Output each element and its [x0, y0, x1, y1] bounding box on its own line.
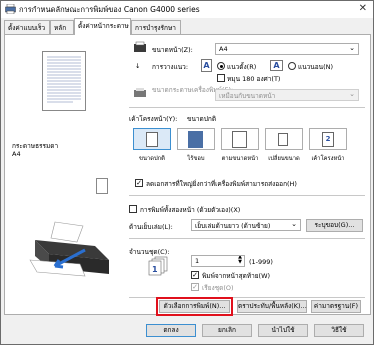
apply-button[interactable]: นำไปใช้ — [258, 324, 308, 337]
fit-to-page-icon — [232, 131, 247, 148]
tab-page-setup[interactable]: ตั้งค่าหน้ากระดาษ — [74, 18, 131, 35]
page-size-label: ขนาดหน้า(Z): — [152, 46, 193, 54]
help-button[interactable]: วิธีใช้ — [314, 324, 364, 337]
reduce-large-document-label: ลดเอกสารที่ใหญ่ยิ่งกว่าที่เครื่องพิมพ์สา… — [146, 180, 297, 188]
stapling-side-label: ด้านเย็บเล่ม(L): — [129, 223, 173, 231]
copies-value: 1 — [195, 257, 200, 265]
copies-input[interactable]: 1 ▲ ▼ — [191, 255, 245, 267]
preview-area: กระดาษธรรมดา A4 — [5, 35, 123, 314]
layout-label: เค้าโครงหน้า(Y): — [129, 115, 178, 123]
portrait-radio[interactable] — [217, 62, 225, 70]
page-layout-icon: 2 — [322, 132, 334, 147]
window-title: การกำหนดลักษณะการพิมพ์ของ Canon G4000 se… — [19, 5, 200, 14]
printer-paper-size-value: เหมือนกับขนาดหน้า — [219, 92, 276, 100]
scaled-icon — [278, 133, 288, 146]
portrait-page-icon: A — [201, 59, 212, 72]
layout-current-value: ขนาดปกติ — [187, 115, 217, 123]
rotate-180-checkbox[interactable] — [217, 74, 225, 82]
page-preview — [42, 51, 86, 111]
stamp-background-button[interactable]: ตราประทับ/พื้นหลัง(K)... — [237, 300, 307, 313]
layout-option-scaled[interactable] — [265, 128, 303, 150]
tab-main[interactable]: หลัก — [50, 20, 74, 34]
page-size-select[interactable]: A4 ⌄ — [215, 43, 359, 55]
page-setup-panel: กระดาษธรรมดา A4 ขนาดหน้า(Z): A4 ⌄ ↓ การวา… — [4, 34, 371, 315]
layout-option-fit-to-page[interactable] — [221, 128, 259, 150]
tab-quick-setup[interactable]: ตั้งค่าแบบเร็ว — [4, 20, 50, 34]
layout-option-borderless[interactable] — [177, 128, 215, 150]
stapling-side-select[interactable]: เย็บเล่มด้านยาว (ด้านซ้าย) ⌄ — [191, 219, 301, 231]
print-options-button[interactable]: ตัวเลือกการพิมพ์(N)... — [159, 300, 230, 313]
orientation-arrow-icon: ↓ — [135, 62, 141, 70]
printer-illustration-icon — [29, 221, 109, 277]
print-from-last-page-label: พิมพ์จากหน้าสุดท้าย(W) — [202, 272, 271, 280]
ok-button[interactable]: ตกลง — [146, 324, 196, 337]
divider — [129, 107, 365, 108]
normal-size-icon — [146, 132, 158, 147]
cancel-button[interactable]: ยกเลิก — [202, 324, 252, 337]
borderless-icon — [188, 131, 203, 148]
print-from-last-page-checkbox[interactable]: ✓ — [191, 271, 199, 279]
divider — [129, 195, 365, 196]
copies-stack-icon: 1 — [148, 256, 168, 276]
page-size-icon — [134, 41, 146, 52]
printer-paper-size-icon — [134, 88, 146, 97]
page-size-value: A4 — [219, 45, 228, 53]
layout-option-label: เปลี่ยนขนาด — [268, 156, 300, 162]
landscape-radio[interactable] — [288, 62, 296, 70]
landscape-page-icon: A — [270, 60, 283, 71]
chevron-down-icon: ⌄ — [349, 90, 355, 98]
defaults-button[interactable]: ค่ามาตรฐาน(F) — [311, 300, 361, 313]
spinner-arrows-icon[interactable]: ▲ ▼ — [238, 256, 242, 265]
orientation-label: การวางแนว: — [152, 63, 189, 71]
divider — [129, 238, 365, 239]
tab-maintenance[interactable]: การบำรุงรักษา — [131, 20, 181, 34]
layout-option-normal[interactable] — [133, 128, 171, 150]
reduce-large-document-checkbox[interactable]: ✓ — [135, 179, 143, 187]
layout-option-page-layout[interactable]: 2 — [309, 128, 347, 150]
layout-option-label: ไร้ขอบ — [187, 156, 205, 162]
title-bar: การกำหนดลักษณะการพิมพ์ของ Canon G4000 se… — [1, 1, 373, 18]
collate-checkbox[interactable]: ✓ — [191, 283, 199, 291]
specify-margin-button[interactable]: ระบุขอบ(G)... — [306, 219, 363, 232]
chevron-down-icon: ⌄ — [349, 44, 355, 52]
layout-option-label: ตามขนาดหน้า — [221, 156, 259, 162]
layout-option-label: เค้าโครงหน้า — [311, 156, 345, 162]
chevron-down-icon: ⌄ — [291, 220, 297, 228]
copies-range-label: (1-999) — [249, 258, 273, 266]
document-lines-icon — [47, 56, 81, 103]
paper-size-label: A4 — [12, 150, 21, 158]
svg-text:1: 1 — [152, 265, 158, 274]
printing-preferences-window: การกำหนดลักษณะการพิมพ์ของ Canon G4000 se… — [0, 0, 374, 345]
printer-icon — [5, 4, 16, 14]
stapling-side-value: เย็บเล่มด้านยาว (ด้านซ้าย) — [195, 222, 271, 230]
duplex-label: การพิมพ์ทั้งสองหน้า (ด้วยตัวเอง)(X) — [140, 206, 241, 214]
layout-option-label: ขนาดปกติ — [139, 156, 165, 162]
rotate-180-label: หมุน 180 องศา(T) — [227, 75, 281, 83]
collate-label: เรียงชุด(O) — [202, 284, 234, 292]
close-icon[interactable]: ✕ — [359, 3, 367, 14]
portrait-label: แนวตั้ง(R) — [227, 63, 257, 71]
landscape-label: แนวนอน(N) — [298, 63, 334, 71]
duplex-checkbox[interactable] — [129, 205, 137, 213]
paper-thumbnail-icon — [96, 178, 108, 194]
printer-paper-size-select[interactable]: เหมือนกับขนาดหน้า ⌄ — [215, 89, 359, 101]
